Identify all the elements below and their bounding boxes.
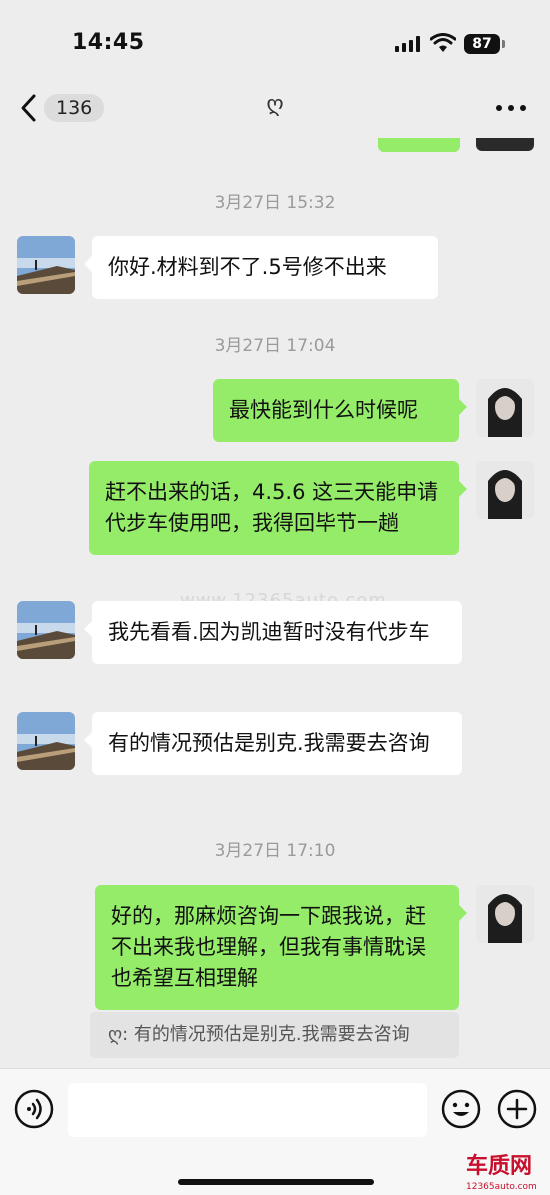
- home-indicator: [178, 1179, 374, 1185]
- chat-header: 136 ღ: [0, 80, 550, 138]
- avatar-self[interactable]: [476, 379, 534, 437]
- outgoing-message[interactable]: 好的，那麻烦咨询一下跟我说，赶不出来我也理解，但我有事情耽误也希望互相理解: [95, 885, 467, 1010]
- portrait-avatar-image: [476, 461, 534, 519]
- incoming-message[interactable]: 有的情况预估是别克.我需要去咨询: [84, 712, 462, 775]
- voice-icon[interactable]: [14, 1089, 54, 1129]
- brand-url: 12365auto.com: [466, 1182, 537, 1192]
- timestamp: 3月27日 17:04: [214, 336, 336, 356]
- outgoing-message[interactable]: 最快能到什么时候呢: [213, 379, 467, 442]
- avatar-self[interactable]: [476, 461, 534, 519]
- avatar-contact[interactable]: [17, 601, 75, 659]
- input-bar: 车质网 12365auto.com: [0, 1068, 550, 1195]
- unread-count-badge: 136: [44, 94, 105, 122]
- avatar-self[interactable]: [476, 885, 534, 943]
- brand-logo: 车质网 12365auto.com: [466, 1153, 537, 1192]
- contact-name: ღ: [266, 92, 284, 117]
- avatar-contact[interactable]: [17, 236, 75, 294]
- quoted-message[interactable]: ღ: 有的情况预估是别克.我需要去咨询: [90, 1012, 459, 1058]
- wifi-icon: [430, 33, 456, 52]
- battery-tip: [502, 40, 505, 48]
- status-time: 14:45: [72, 30, 145, 55]
- incoming-message[interactable]: 我先看看.因为凯迪暂时没有代步车: [84, 601, 462, 664]
- message-list[interactable]: 3月27日 15:32 你好.材料到不了.5号修不出来 3月27日 17:04 …: [0, 138, 550, 1068]
- landscape-avatar-image: [17, 712, 75, 770]
- partial-avatar-self: [476, 138, 534, 151]
- chevron-left-icon: [21, 94, 36, 122]
- incoming-message[interactable]: 你好.材料到不了.5号修不出来: [84, 236, 438, 299]
- outgoing-message[interactable]: 赶不出来的话，4.5.6 这三天能申请代步车使用吧，我得回毕节一趟: [89, 461, 467, 555]
- timestamp: 3月27日 17:10: [214, 841, 336, 861]
- battery-indicator: 87: [464, 34, 500, 54]
- back-button[interactable]: 136: [18, 90, 105, 126]
- emoji-icon[interactable]: [441, 1089, 481, 1129]
- landscape-avatar-image: [17, 236, 75, 294]
- portrait-avatar-image: [476, 885, 534, 943]
- more-icon[interactable]: [494, 96, 528, 120]
- partial-outgoing-bubble: [378, 138, 460, 152]
- message-input[interactable]: [68, 1083, 427, 1137]
- status-bar: 14:45 87: [0, 0, 550, 80]
- plus-icon[interactable]: [497, 1089, 537, 1129]
- portrait-avatar-image: [476, 379, 534, 437]
- timestamp: 3月27日 15:32: [214, 193, 336, 213]
- brand-name: 车质网: [466, 1153, 532, 1179]
- signal-icon: [395, 36, 420, 52]
- landscape-avatar-image: [17, 601, 75, 659]
- avatar-contact[interactable]: [17, 712, 75, 770]
